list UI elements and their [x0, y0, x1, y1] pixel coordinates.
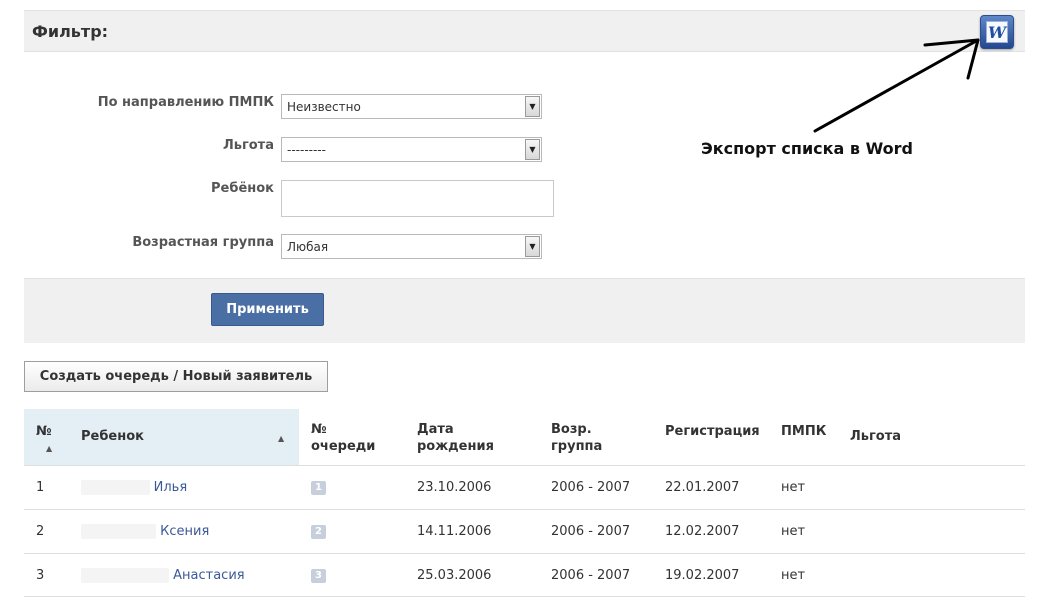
- sort-asc-icon: ▲: [278, 434, 285, 443]
- redacted-surname: Фамилия__: [81, 524, 156, 539]
- redacted-surname: Фамилия____: [81, 568, 169, 583]
- birth-date: 25.03.2006: [417, 568, 492, 583]
- col-queue-label-1: №: [311, 422, 327, 437]
- chevron-down-icon[interactable]: ▼: [525, 236, 540, 257]
- table-row[interactable]: 2 Фамилия__ Ксения 2 14.11.2006 2006 - 2…: [24, 509, 1025, 553]
- direction-label: По направлению ПМПК: [97, 95, 274, 110]
- age-group-label: Возрастная группа: [132, 235, 274, 250]
- row-num: 1: [36, 480, 45, 495]
- chevron-down-icon[interactable]: ▼: [525, 96, 540, 117]
- queue-number-badge: 1: [311, 481, 326, 495]
- age-group: 2006 - 2007: [551, 568, 631, 583]
- registration-date: 22.01.2007: [665, 480, 740, 495]
- child-label: Ребёнок: [211, 181, 274, 196]
- redacted-surname: Фамилия_: [81, 480, 150, 495]
- queue-table: № ▲ Ребенок ▲ № очереди Дата рождения Во…: [24, 409, 1025, 597]
- col-benefit-header[interactable]: Льгота: [850, 409, 930, 465]
- col-age-label-1: Возр.: [551, 422, 592, 437]
- pmpk-value: нет: [781, 480, 806, 495]
- benefit-select-value: ---------: [287, 143, 326, 157]
- age-group: 2006 - 2007: [551, 480, 631, 495]
- birth-date: 23.10.2006: [417, 480, 492, 495]
- registration-date: 19.02.2007: [665, 568, 740, 583]
- col-child-label: Ребенок: [81, 429, 144, 444]
- registration-date: 12.02.2007: [665, 524, 740, 539]
- age-group-select[interactable]: Любая ▼: [281, 234, 542, 259]
- col-registration-header[interactable]: Регистрация: [665, 409, 775, 465]
- child-link[interactable]: Фамилия__ Ксения: [81, 524, 209, 539]
- export-annotation: Экспорт списка в Word: [701, 139, 913, 158]
- child-name: Ксения: [160, 524, 210, 539]
- age-group: 2006 - 2007: [551, 524, 631, 539]
- row-num: 2: [36, 524, 45, 539]
- col-birth-header[interactable]: Дата рождения: [417, 409, 527, 465]
- direction-select-value: Неизвестно: [287, 100, 361, 114]
- row-num: 3: [36, 568, 45, 583]
- apply-bar: [24, 278, 1025, 343]
- child-link[interactable]: Фамилия____ Анастасия: [81, 568, 245, 583]
- col-benefit-label: Льгота: [850, 429, 902, 444]
- col-registration-label: Регистрация: [665, 424, 760, 439]
- benefit-label: Льгота: [222, 138, 274, 153]
- apply-button[interactable]: Применить: [211, 293, 324, 326]
- col-birth-label-1: Дата: [417, 422, 454, 437]
- col-birth-label-2: рождения: [417, 439, 494, 454]
- pmpk-value: нет: [781, 568, 806, 583]
- child-link[interactable]: Фамилия_ Илья: [81, 480, 187, 495]
- col-age-label-2: группа: [551, 439, 603, 454]
- child-name: Анастасия: [173, 568, 245, 583]
- col-pmpk-label: ПМПК: [781, 424, 827, 439]
- child-input[interactable]: [281, 180, 554, 217]
- table-header: № ▲ Ребенок ▲ № очереди Дата рождения Во…: [24, 409, 1025, 465]
- age-group-select-value: Любая: [287, 240, 329, 254]
- sort-asc-icon: ▲: [46, 444, 53, 453]
- table-row[interactable]: 3 Фамилия____ Анастасия 3 25.03.2006 200…: [24, 553, 1025, 597]
- direction-select[interactable]: Неизвестно ▼: [281, 94, 542, 119]
- create-queue-button[interactable]: Создать очередь / Новый заявитель: [24, 361, 328, 392]
- chevron-down-icon[interactable]: ▼: [525, 139, 540, 160]
- queue-number-badge: 2: [311, 525, 326, 539]
- child-name: Илья: [153, 480, 188, 495]
- queue-number-badge: 3: [311, 569, 326, 583]
- col-pmpk-header[interactable]: ПМПК: [781, 409, 841, 465]
- table-row[interactable]: 1 Фамилия_ Илья 1 23.10.2006 2006 - 2007…: [24, 465, 1025, 509]
- col-age-header[interactable]: Возр. группа: [551, 409, 651, 465]
- col-num-label: №: [36, 424, 52, 439]
- benefit-select[interactable]: --------- ▼: [281, 137, 542, 162]
- col-queue-label-2: очереди: [311, 439, 376, 454]
- pmpk-value: нет: [781, 524, 806, 539]
- col-num-header[interactable]: № ▲: [36, 409, 76, 465]
- col-child-header[interactable]: Ребенок ▲: [81, 409, 299, 465]
- birth-date: 14.11.2006: [417, 524, 492, 539]
- col-queue-header[interactable]: № очереди: [311, 409, 401, 465]
